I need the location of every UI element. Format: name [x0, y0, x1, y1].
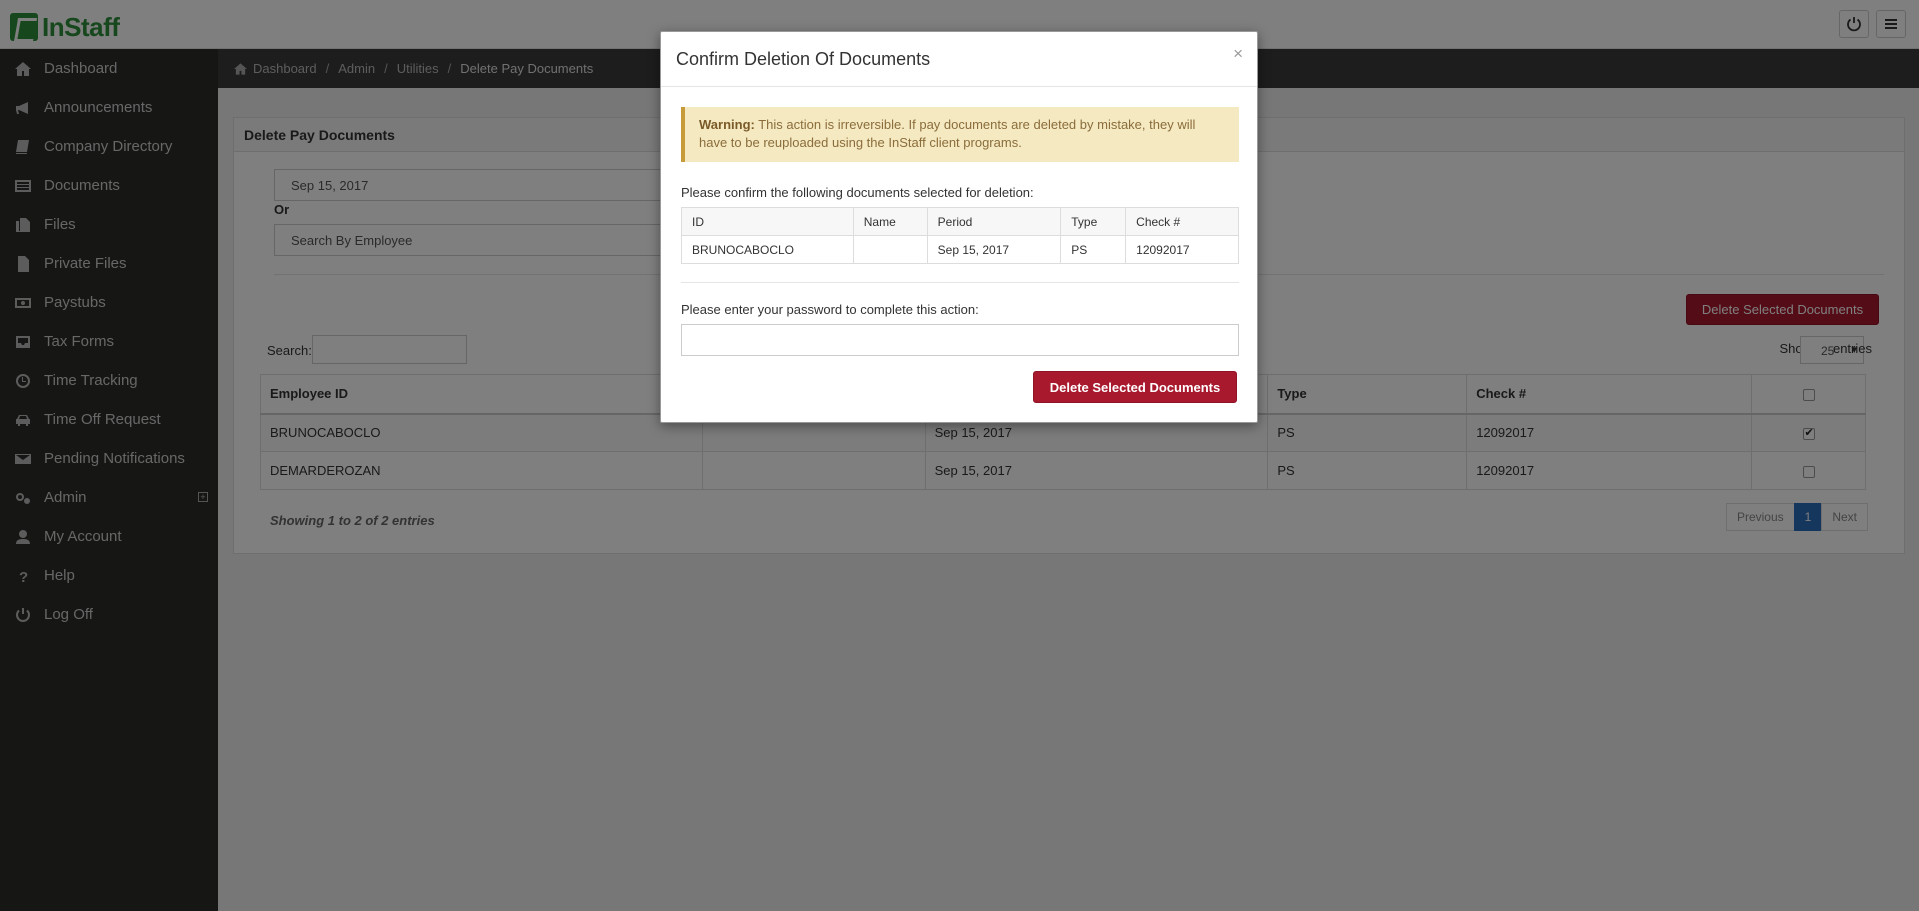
- column-header-type: Type: [1060, 207, 1127, 236]
- selected-documents-table: ID Name Period Type Check # BRUNOCABOCLO…: [681, 207, 1239, 264]
- modal-title: Confirm Deletion Of Documents: [676, 49, 931, 69]
- id-cell: BRUNOCABOCLO: [681, 235, 854, 264]
- name-cell: [852, 235, 928, 264]
- table-row: BRUNOCABOCLO Sep 15, 2017 PS 12092017: [681, 235, 1239, 264]
- column-header-period: Period: [926, 207, 1062, 236]
- modal-header: Confirm Deletion Of Documents: [661, 32, 1257, 87]
- column-header-name: Name: [852, 207, 928, 236]
- confirm-deletion-modal: Confirm Deletion Of Documents × Warning:…: [660, 31, 1258, 423]
- close-icon[interactable]: ×: [1233, 44, 1243, 64]
- password-field[interactable]: [681, 324, 1239, 356]
- confirm-delete-button[interactable]: Delete Selected Documents: [1033, 371, 1237, 403]
- warning-label: Warning:: [699, 117, 755, 132]
- check-cell: 12092017: [1125, 235, 1239, 264]
- column-header-id: ID: [681, 207, 854, 236]
- period-cell: Sep 15, 2017: [926, 235, 1062, 264]
- type-cell: PS: [1060, 235, 1127, 264]
- warning-alert: Warning: This action is irreversible. If…: [681, 107, 1239, 162]
- confirm-text: Please confirm the following documents s…: [681, 185, 1034, 200]
- divider: [681, 282, 1239, 283]
- column-header-check: Check #: [1125, 207, 1239, 236]
- password-prompt: Please enter your password to complete t…: [681, 302, 979, 317]
- warning-text: This action is irreversible. If pay docu…: [699, 117, 1196, 150]
